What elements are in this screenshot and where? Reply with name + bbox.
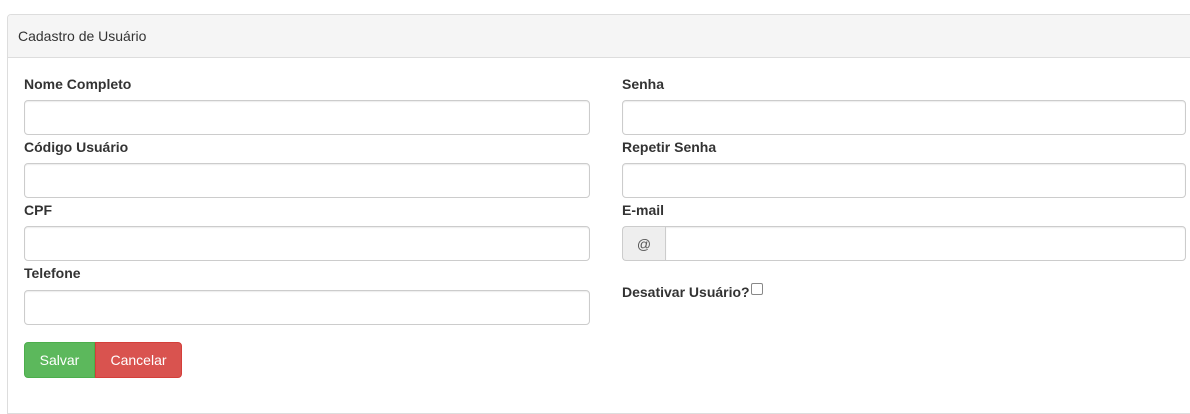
cancel-button[interactable]: Cancelar <box>95 342 182 378</box>
email-label: E-mail <box>622 202 665 218</box>
nome-completo-input[interactable] <box>24 100 590 135</box>
email-input[interactable] <box>665 226 1186 261</box>
page: Cadastro de Usuário Nome Completo Código… <box>0 0 1190 414</box>
desativar-usuario-checkbox[interactable] <box>750 283 763 295</box>
desativar-usuario-row: Desativar Usuário? <box>622 283 763 300</box>
codigo-usuario-input[interactable] <box>24 163 590 198</box>
desativar-usuario-label: Desativar Usuário? <box>622 284 750 300</box>
at-sign-icon: @ <box>622 226 665 261</box>
email-input-group: @ <box>622 226 1186 261</box>
telefone-input[interactable] <box>24 290 590 325</box>
telefone-label: Telefone <box>24 265 81 281</box>
panel-heading: Cadastro de Usuário <box>8 15 1190 58</box>
repetir-senha-label: Repetir Senha <box>622 139 717 155</box>
user-registration-panel: Cadastro de Usuário <box>7 14 1190 414</box>
save-button[interactable]: Salvar <box>24 342 95 378</box>
cpf-input[interactable] <box>24 226 590 261</box>
nome-completo-label: Nome Completo <box>24 76 132 92</box>
cpf-label: CPF <box>24 202 52 218</box>
codigo-usuario-label: Código Usuário <box>24 139 129 155</box>
senha-input[interactable] <box>622 100 1186 135</box>
senha-label: Senha <box>622 76 665 92</box>
repetir-senha-input[interactable] <box>622 163 1186 198</box>
